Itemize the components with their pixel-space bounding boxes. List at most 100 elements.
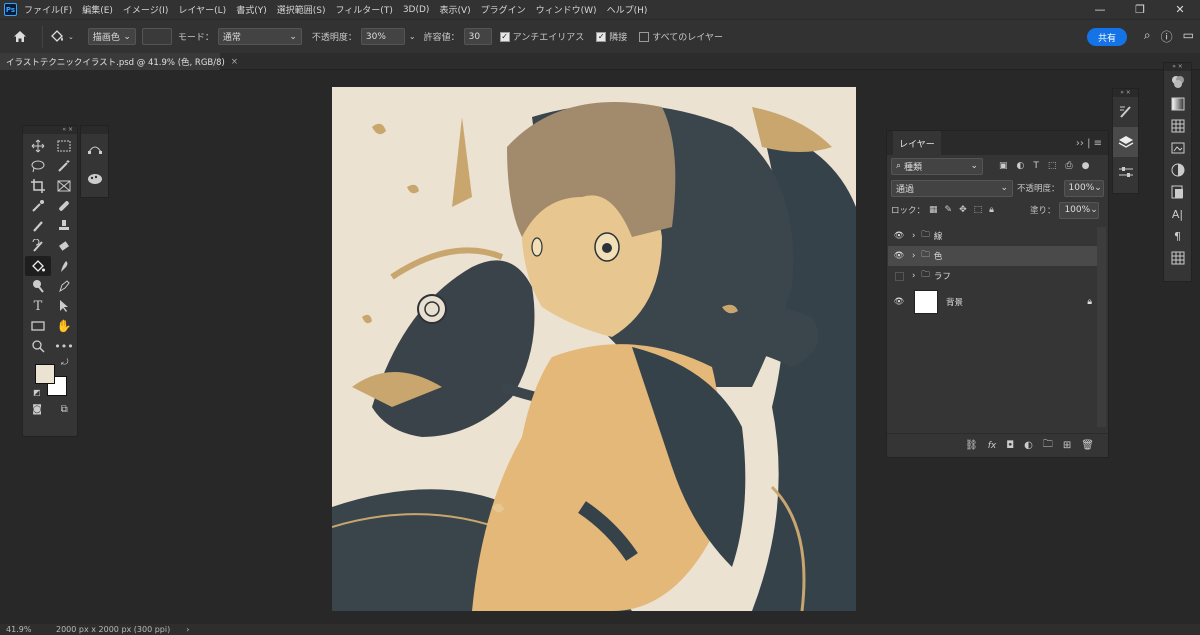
lock-all-icon[interactable]: 🔒︎ <box>989 205 994 215</box>
panel-menu-icon[interactable]: ›› | ≡ <box>1076 138 1102 149</box>
chevron-down-icon[interactable]: ⌄ <box>409 32 416 41</box>
paint-bucket-tool-icon[interactable] <box>25 256 51 276</box>
filter-shape-icon[interactable]: ⬚ <box>1048 161 1057 171</box>
minimize-icon[interactable]: — <box>1080 0 1120 19</box>
search-icon[interactable]: ⌕ <box>1144 28 1151 45</box>
tab-layers[interactable]: レイヤー <box>893 131 941 155</box>
menu-view[interactable]: 表示(V) <box>439 3 470 16</box>
move-tool-icon[interactable] <box>25 136 51 156</box>
path-options-icon[interactable] <box>81 134 108 164</box>
layer-item-line[interactable]: 👁︎ › 🗀 線 <box>888 226 1098 246</box>
paragraph-panel-icon[interactable]: ¶ <box>1164 225 1191 247</box>
brush-tool-icon[interactable] <box>25 216 51 236</box>
new-layer-icon[interactable]: ⊞ <box>1063 440 1071 451</box>
filter-smart-object-icon[interactable]: ⎙ <box>1065 161 1072 171</box>
history-brush-tool-icon[interactable] <box>25 236 51 256</box>
menu-file[interactable]: ファイル(F) <box>24 3 72 16</box>
layer-filter-dropdown[interactable]: ⌕ 種類 ⌄ <box>891 157 983 175</box>
quick-mask-icon[interactable]: ◙ <box>32 404 42 415</box>
menu-window[interactable]: ウィンドウ(W) <box>536 3 597 16</box>
pen-tool-icon[interactable] <box>51 276 77 296</box>
filter-type-icon[interactable]: T <box>1033 161 1039 171</box>
new-group-icon[interactable]: 🗀 <box>1043 437 1053 454</box>
lock-position-icon[interactable]: ✥ <box>959 205 967 215</box>
layer-opacity-input[interactable]: 100% ⌄ <box>1063 179 1104 197</box>
layers-scrollbar[interactable] <box>1097 227 1106 427</box>
document-canvas[interactable] <box>332 87 856 611</box>
filter-pixel-icon[interactable]: ▣ <box>999 161 1008 171</box>
menu-3d[interactable]: 3D(D) <box>403 5 430 15</box>
layer-item-color[interactable]: 👁︎ › 🗀 色 <box>888 246 1098 266</box>
tolerance-input[interactable]: 30 <box>463 28 492 45</box>
eraser-tool-icon[interactable] <box>51 236 77 256</box>
restore-icon[interactable]: ❐ <box>1120 0 1160 19</box>
menu-image[interactable]: イメージ(I) <box>123 3 169 16</box>
close-tab-icon[interactable]: × <box>231 57 238 67</box>
filter-adjustment-icon[interactable]: ◐ <box>1017 161 1025 171</box>
fx-icon[interactable]: fx <box>988 441 997 451</box>
screen-mode-icon[interactable]: ⧉ <box>61 404 68 415</box>
menu-layer[interactable]: レイヤー(L) <box>178 3 226 16</box>
color-panel-icon[interactable] <box>1164 71 1191 93</box>
expand-arrow-icon[interactable]: › <box>912 251 915 261</box>
document-tab[interactable]: イラストテクニックイラスト.psd @ 41.9% (色, RGB/8) × <box>0 53 238 70</box>
swap-colors-icon[interactable]: ⤾ <box>61 358 69 368</box>
patterns-panel-icon[interactable] <box>1164 181 1191 203</box>
share-button[interactable]: 共有 <box>1087 28 1127 46</box>
zoom-tool-icon[interactable] <box>25 336 51 356</box>
menu-filter[interactable]: フィルター(T) <box>335 3 392 16</box>
glyphs-panel-icon[interactable] <box>1164 247 1191 269</box>
swatches-panel-icon[interactable] <box>1164 115 1191 137</box>
properties-icon[interactable] <box>1113 157 1138 187</box>
frame-tool-icon[interactable] <box>51 176 77 196</box>
visibility-toggle-hidden[interactable] <box>888 271 910 281</box>
eye-icon[interactable]: 👁︎ <box>888 297 910 307</box>
filter-toggle-icon[interactable]: ● <box>1082 161 1090 171</box>
contiguous-checkbox[interactable]: ✓ <box>596 31 607 42</box>
menu-help[interactable]: ヘルプ(H) <box>607 3 648 16</box>
clone-stamp-tool-icon[interactable] <box>51 216 77 236</box>
rectangle-tool-icon[interactable] <box>25 316 51 336</box>
smudge-tool-icon[interactable] <box>51 256 77 276</box>
palette-icon[interactable] <box>81 164 108 194</box>
gradients-panel-icon[interactable] <box>1164 93 1191 115</box>
menu-plugins[interactable]: プラグイン <box>481 3 526 16</box>
adjustment-layer-icon[interactable]: ◐ <box>1024 440 1033 451</box>
toolbox-collapse-icon[interactable]: « × <box>23 126 77 134</box>
lasso-tool-icon[interactable] <box>25 156 51 176</box>
zoom-level[interactable]: 41.9% <box>6 625 46 634</box>
more-tools-icon[interactable]: ••• <box>51 336 77 356</box>
status-arrow-icon[interactable]: › <box>186 625 189 634</box>
lock-image-icon[interactable]: ✎ <box>945 205 953 215</box>
eyedropper-tool-icon[interactable] <box>25 196 51 216</box>
default-colors-icon[interactable]: ◩ <box>33 388 41 397</box>
opacity-input[interactable]: 30% <box>360 28 405 45</box>
menu-select[interactable]: 選択範囲(S) <box>277 3 326 16</box>
lock-artboard-icon[interactable]: ⬚ <box>974 205 983 215</box>
hand-tool-icon[interactable]: ✋ <box>51 316 77 336</box>
layers-panel-icon[interactable] <box>1113 127 1138 157</box>
marquee-tool-icon[interactable] <box>51 136 77 156</box>
libraries-panel-icon[interactable] <box>1164 137 1191 159</box>
type-tool-icon[interactable]: T <box>25 296 51 316</box>
eye-icon[interactable]: 👁︎ <box>888 231 910 241</box>
fill-source-dropdown[interactable]: 描画色 ⌄ <box>87 28 136 45</box>
antialias-checkbox[interactable]: ✓ <box>499 31 510 42</box>
lock-transparent-icon[interactable]: ▦ <box>929 205 938 215</box>
close-window-icon[interactable]: ✕ <box>1160 0 1200 19</box>
healing-brush-tool-icon[interactable] <box>51 196 77 216</box>
blend-mode-dropdown[interactable]: 通過 ⌄ <box>891 179 1013 197</box>
menu-type[interactable]: 書式(Y) <box>236 3 267 16</box>
home-button[interactable] <box>4 30 36 43</box>
help-icon[interactable]: ⓘ <box>1161 28 1173 45</box>
link-layers-icon[interactable]: ⛓︎ <box>965 440 978 451</box>
trash-icon[interactable]: 🗑︎ <box>1081 440 1094 451</box>
magic-wand-tool-icon[interactable] <box>51 156 77 176</box>
paint-bucket-tool-preset[interactable]: ⌄ <box>49 29 74 44</box>
adjustments-panel-icon[interactable] <box>1164 159 1191 181</box>
expand-arrow-icon[interactable]: › <box>912 271 915 281</box>
expand-arrow-icon[interactable]: › <box>912 231 915 241</box>
menu-edit[interactable]: 編集(E) <box>82 3 113 16</box>
mode-dropdown[interactable]: 通常 ⌄ <box>217 28 302 45</box>
character-panel-icon[interactable]: A| <box>1164 203 1191 225</box>
